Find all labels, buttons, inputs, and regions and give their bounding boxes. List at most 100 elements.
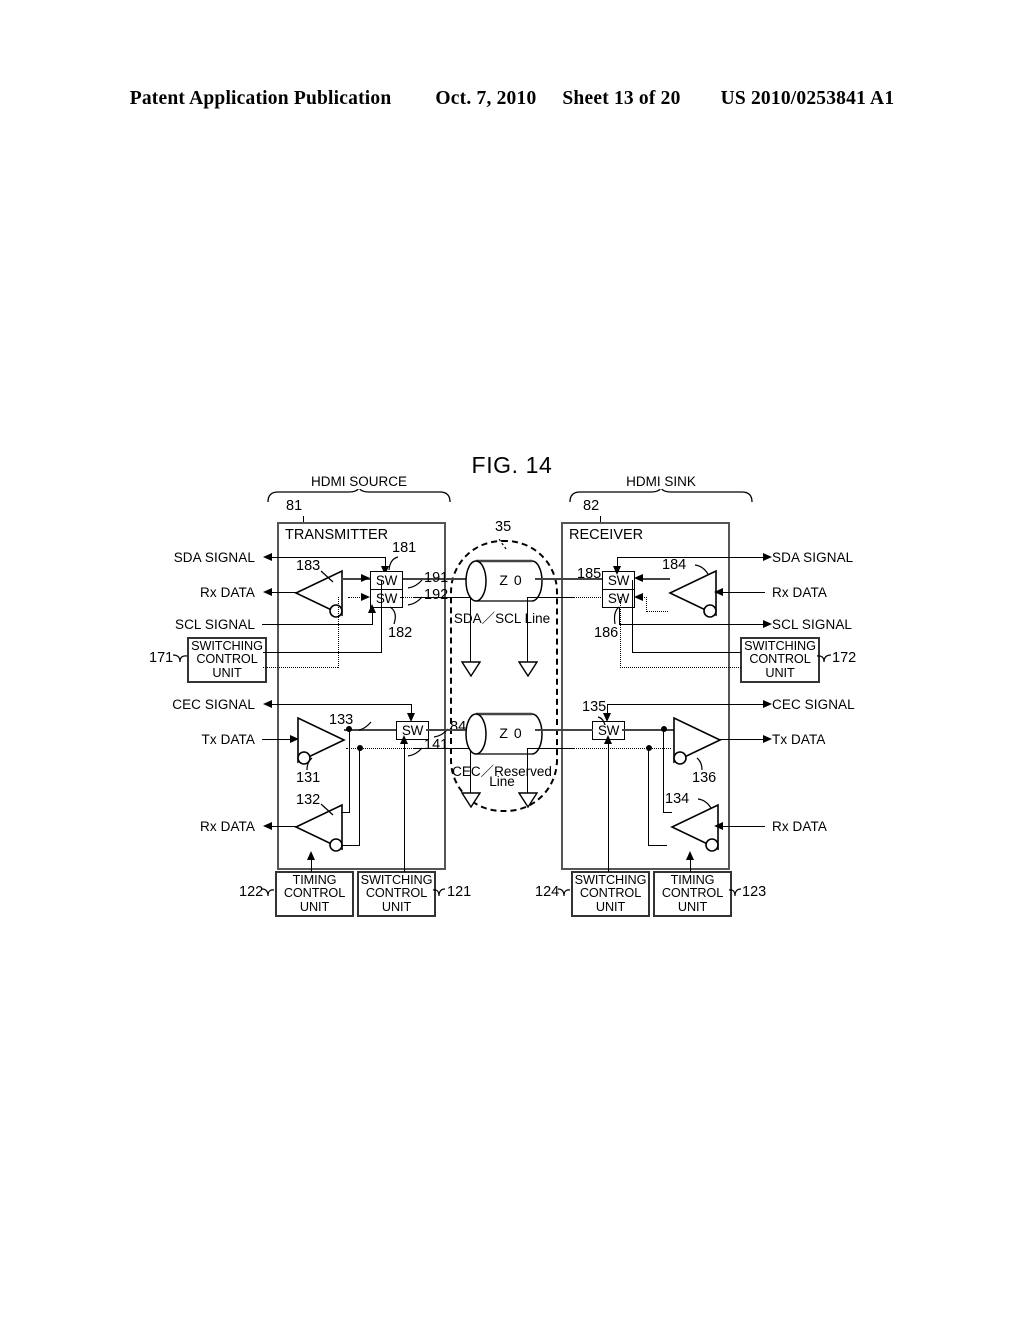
wire-right-sda-out (617, 557, 765, 558)
leader-192 (407, 593, 423, 606)
wire-172-out-a (632, 652, 741, 653)
left-port-tx-data: Tx DATA (201, 732, 255, 747)
switch-181[interactable]: SW (370, 571, 403, 590)
arrow-right-txdata-out (763, 735, 772, 743)
leader-186 (610, 606, 624, 626)
control-unit-171: SWITCHING CONTROL UNIT (187, 637, 267, 683)
publication-header: Patent Application Publication Oct. 7, 2… (0, 84, 1024, 114)
cable-label-cec-reserved-2: Line (489, 774, 515, 789)
junction-136-in (661, 726, 667, 732)
control-unit-121-line2: CONTROL (365, 886, 428, 901)
document-number: US 2010/0253841 A1 (720, 88, 895, 109)
leader-191 (407, 576, 423, 589)
arrow-right-sda-out (763, 553, 772, 561)
arrow-right-rxdata-bottom-in (714, 822, 723, 830)
arrow-left-rxdata-out (263, 588, 272, 596)
leader-171 (172, 652, 188, 664)
control-unit-124-line1: SWITCHING (574, 872, 647, 887)
ref-131: 131 (296, 770, 321, 786)
ref-183: 183 (296, 558, 321, 574)
wire-134-bubble-v (648, 748, 649, 846)
arrow-184-into-sw186 (634, 593, 643, 601)
leader-136 (694, 757, 706, 771)
control-unit-124-line2: CONTROL (579, 886, 642, 901)
ref-122: 122 (239, 884, 264, 900)
leader-184 (694, 563, 710, 575)
arrow-122-up (307, 851, 315, 860)
wire-left-cec-out (272, 704, 411, 705)
ref-134: 134 (665, 791, 690, 807)
control-unit-122-line3: UNIT (299, 899, 330, 914)
right-port-sda-signal: SDA SIGNAL (772, 550, 854, 565)
ref-123: 123 (742, 884, 767, 900)
ref-81-group: 81 (286, 498, 303, 514)
ref-133: 133 (329, 712, 354, 728)
leader-132 (320, 803, 336, 817)
wire-right-rxdata-bottom-in (722, 826, 765, 827)
control-unit-172-line1: SWITCHING (744, 638, 816, 653)
cable-label-sda-scl: SDA／SCL Line (453, 611, 551, 626)
arrow-right-cec-out (763, 700, 772, 708)
control-unit-121-line1: SWITCHING (360, 872, 433, 887)
wire-left-scl-in (262, 624, 373, 625)
control-unit-121-line3: UNIT (381, 899, 412, 914)
ref-185: 185 (577, 566, 602, 582)
wire-right-gnd-cec-h (527, 748, 575, 749)
wire-132-in-v (349, 729, 350, 813)
control-unit-171-line1: SWITCHING (191, 638, 263, 653)
leader-124 (557, 886, 571, 898)
ref-132: 132 (296, 792, 321, 808)
control-unit-122-line2: CONTROL (283, 886, 346, 901)
arrow-121-into-sw84 (400, 735, 408, 744)
junction-141 (357, 745, 363, 751)
arrow-left-sda-out (263, 553, 272, 561)
leader-172 (816, 652, 832, 664)
ground-symbol-left-bottom (460, 792, 482, 809)
wire-134-out-h (663, 812, 672, 813)
control-unit-124: SWITCHING CONTROL UNIT (571, 871, 650, 917)
control-unit-122-line1: TIMING (292, 872, 337, 887)
publication-date: Oct. 7, 2010 (435, 88, 537, 109)
control-unit-123: TIMING CONTROL UNIT (653, 871, 732, 917)
control-unit-122: TIMING CONTROL UNIT (275, 871, 354, 917)
ref-35-cable: 35 (495, 519, 512, 535)
right-port-rx-data-bottom: Rx DATA (772, 819, 827, 834)
ref-124: 124 (535, 884, 560, 900)
wire-right-gnd-sda-v (527, 597, 528, 667)
wire-132-bubble-v (359, 748, 360, 846)
leader-134 (697, 797, 713, 809)
wire-172-up-a (632, 580, 633, 653)
arrow-right-scl-out (763, 620, 772, 628)
wire-136-bubble-h (649, 748, 671, 749)
ref-121: 121 (447, 884, 472, 900)
control-unit-123-line3: UNIT (677, 899, 708, 914)
publication-label: Patent Application Publication (129, 88, 392, 109)
leader-141 (407, 744, 423, 757)
wire-right-gnd-sda-h (527, 597, 575, 598)
transmitter-caption: TRANSMITTER (285, 527, 389, 543)
arrow-left-into-sw182 (361, 593, 370, 601)
control-unit-171-line2: CONTROL (196, 652, 258, 667)
leader-183 (320, 570, 336, 584)
cable-cylinder-cec-reserved: Z 0 (462, 711, 544, 757)
wire-171-out-a (263, 652, 381, 653)
leader-133 (358, 718, 372, 731)
wire-171-out-b (263, 667, 338, 668)
leader-121 (432, 886, 446, 898)
group-label-hdmi-source: HDMI SOURCE (310, 474, 407, 489)
left-port-rx-data-top: Rx DATA (200, 585, 255, 600)
wire-171-up-b (338, 597, 339, 668)
wire-left-sda-out (272, 557, 385, 558)
ground-symbol-right-top (517, 661, 539, 678)
control-unit-172-line3: UNIT (765, 665, 795, 680)
wire-132-bubble-h (341, 845, 360, 846)
figure-title: FIG. 14 (471, 452, 553, 478)
wire-124-up-to-sw135 (608, 739, 609, 872)
wire-184-bubble-h (646, 611, 668, 612)
ref-82-group: 82 (583, 498, 600, 514)
leader-182 (386, 606, 402, 626)
arrow-right-sda-into-sw185 (613, 566, 621, 575)
arrow-124-into-sw135 (604, 735, 612, 744)
ref-186: 186 (594, 625, 619, 641)
wire-right-rxdata-in (722, 592, 765, 593)
